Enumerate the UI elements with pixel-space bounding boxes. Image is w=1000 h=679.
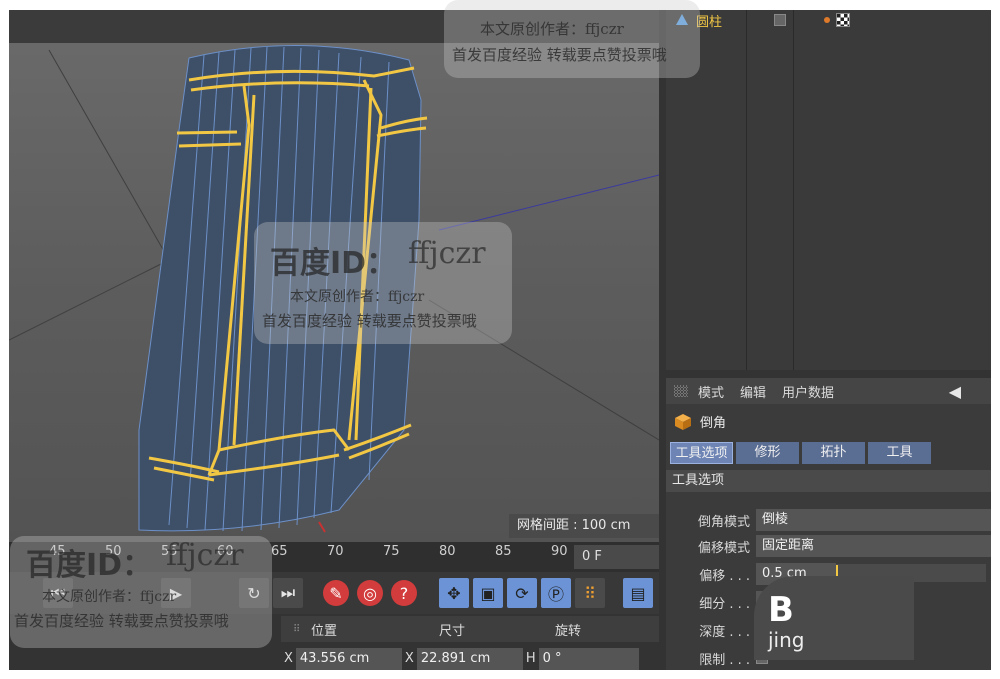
bevel-mode-dropdown[interactable]: 倒棱 xyxy=(756,509,991,531)
column-separator xyxy=(793,10,794,370)
axis-label: X xyxy=(284,651,293,666)
back-arrow-icon[interactable]: ◀ xyxy=(949,382,961,401)
prop-label: 细分 . . . xyxy=(699,596,750,612)
badge-text: jing xyxy=(768,628,805,652)
go-to-end-icon[interactable]: ⏭ xyxy=(273,578,303,608)
header-rotation: 旋转 xyxy=(555,623,582,639)
tool-title: 倒角 xyxy=(674,412,726,431)
bevel-cube-icon xyxy=(675,413,691,430)
tool-tabs: 工具选项 修形 拓扑 工具 xyxy=(670,442,931,464)
attribute-manager-header: 模式 编辑 用户数据 ◀ xyxy=(666,378,991,404)
prop-bevel-mode: 倒角模式 倒棱 xyxy=(666,508,991,532)
size-x-input[interactable]: 22.891 cm xyxy=(416,648,523,670)
prop-label: 限制 . . . xyxy=(699,652,750,668)
grip-icon[interactable] xyxy=(674,385,688,397)
grid-spacing-label: 网格间距 : 100 cm xyxy=(509,514,659,538)
layer-visibility-icon[interactable] xyxy=(774,14,787,26)
watermark-box xyxy=(10,536,272,648)
object-manager-panel: 圆柱 xyxy=(666,10,991,370)
texture-tag-icon[interactable] xyxy=(836,13,851,27)
move-key-icon[interactable]: ✥ xyxy=(439,578,469,608)
menu-user-data[interactable]: 用户数据 xyxy=(782,382,834,401)
prop-offset-mode: 偏移模式 固定距离 xyxy=(666,534,991,558)
badge-letter: B xyxy=(768,590,794,630)
tab-tool[interactable]: 工具 xyxy=(868,442,931,464)
axis-label: H xyxy=(525,651,536,666)
rotate-key-icon[interactable]: ⟳ xyxy=(507,578,537,608)
phong-tag-icon[interactable] xyxy=(824,17,831,23)
ruler-label: 70 xyxy=(327,544,344,559)
coordinates-header: ⠿ 位置 尺寸 旋转 xyxy=(281,616,659,642)
watermark-box xyxy=(254,222,512,344)
position-x-input[interactable]: 43.556 cm xyxy=(295,648,402,670)
prop-label: 偏移 . . . xyxy=(699,568,750,584)
axis-label: X xyxy=(404,651,414,666)
coordinates-row-x: X 43.556 cm X 22.891 cm H 0 ° xyxy=(281,648,659,670)
ruler-label: 90 xyxy=(551,544,568,559)
record-keyframe-icon[interactable]: ✎ xyxy=(323,580,349,606)
column-separator xyxy=(746,10,747,370)
rotation-h-input[interactable]: 0 ° xyxy=(538,648,639,670)
menu-edit[interactable]: 编辑 xyxy=(740,382,766,401)
timeline-window-icon[interactable]: ▤ xyxy=(623,578,653,608)
section-title: 工具选项 xyxy=(666,470,991,492)
tab-shaping[interactable]: 修形 xyxy=(736,442,799,464)
watermark-box xyxy=(444,0,700,78)
ruler-label: 85 xyxy=(495,544,512,559)
tab-topology[interactable]: 拓扑 xyxy=(802,442,865,464)
ruler-label: 65 xyxy=(271,544,288,559)
tool-name: 倒角 xyxy=(700,416,727,431)
keyframe-help-icon[interactable]: ? xyxy=(391,580,417,606)
param-key-icon[interactable]: Ⓟ xyxy=(541,578,571,608)
ruler-label: 80 xyxy=(439,544,456,559)
pla-key-icon[interactable]: ⠿ xyxy=(575,578,605,608)
tab-tool-options[interactable]: 工具选项 xyxy=(670,442,733,464)
menu-mode[interactable]: 模式 xyxy=(698,382,724,401)
ruler-label: 75 xyxy=(383,544,400,559)
auto-keyframe-icon[interactable]: ◎ xyxy=(357,580,383,606)
header-size: 尺寸 xyxy=(439,623,466,639)
prop-label: 偏移模式 xyxy=(697,540,750,556)
grip-icon: ⠿ xyxy=(293,623,301,635)
scale-key-icon[interactable]: ▣ xyxy=(473,578,503,608)
object-row-cylinder[interactable]: 圆柱 xyxy=(674,10,851,30)
header-position: 位置 xyxy=(311,623,338,639)
prop-label: 倒角模式 xyxy=(697,514,750,530)
offset-mode-dropdown[interactable]: 固定距离 xyxy=(756,535,991,557)
prop-label: 深度 . . . xyxy=(699,624,750,640)
current-frame-field[interactable]: 0 F xyxy=(574,545,659,569)
